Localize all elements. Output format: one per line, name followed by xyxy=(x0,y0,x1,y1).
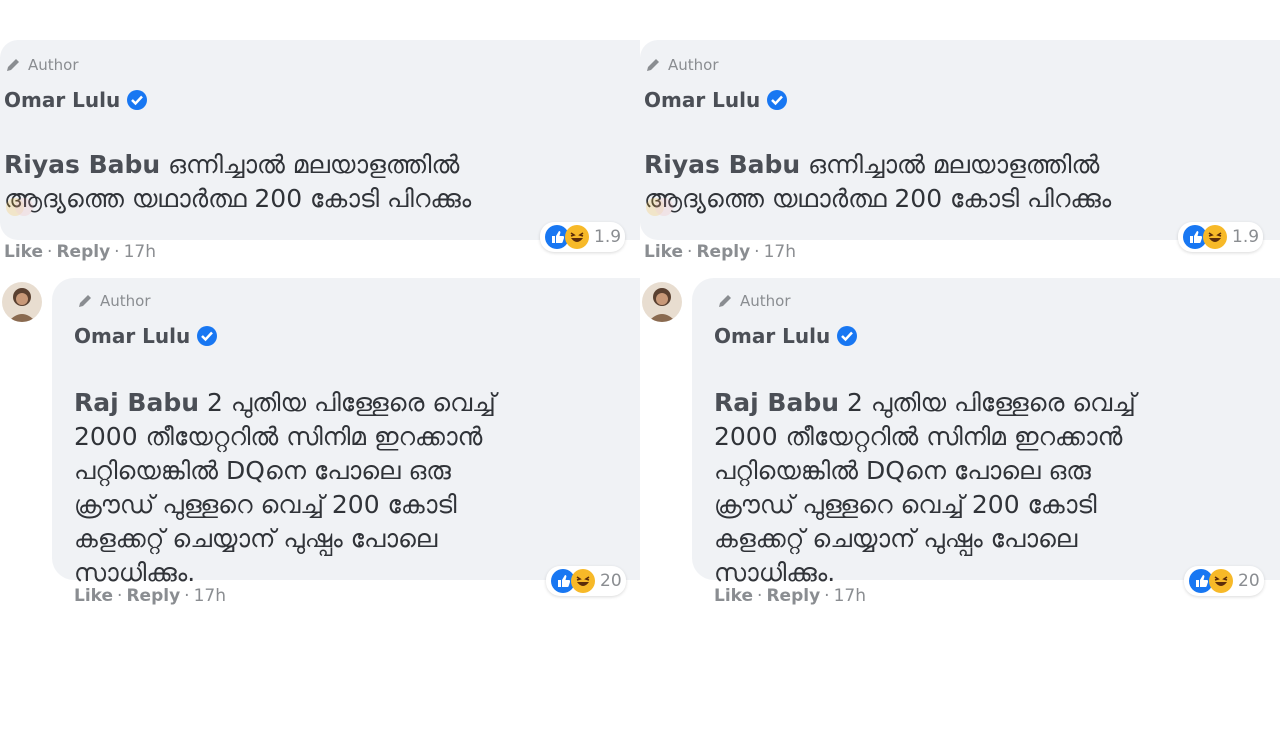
comment-actions: Like · Reply · 17h xyxy=(4,242,156,262)
author-badge-label: Author xyxy=(740,292,791,310)
reply-button[interactable]: Reply xyxy=(126,586,180,606)
reply-button[interactable]: Reply xyxy=(56,242,110,262)
comment-time[interactable]: 17h xyxy=(124,242,156,262)
comment-text: Riyas Babu ഒന്നിച്ചാൽ മലയാളത്തിൽ ആദ്യത്ത… xyxy=(4,114,640,216)
reaction-summary[interactable]: 1.9 xyxy=(540,222,626,252)
dot-separator: · xyxy=(687,242,693,262)
reaction-summary[interactable]: 1.9 xyxy=(1178,222,1264,252)
comment-text: Riyas Babu ഒന്നിച്ചാൽ മലയാളത്തിൽ ആദ്യത്ത… xyxy=(644,114,1280,216)
verified-badge-icon xyxy=(836,325,858,347)
commenter-name-row: Omar Lulu xyxy=(4,88,148,112)
reply-button[interactable]: Reply xyxy=(696,242,750,262)
reply-actions: Like · Reply · 17h xyxy=(74,586,226,606)
mention-link[interactable]: Raj Babu xyxy=(74,388,199,417)
commenter-name-row: Omar Lulu xyxy=(74,324,218,348)
comment-actions: Like · Reply · 17h xyxy=(644,242,796,262)
verified-badge-icon xyxy=(126,89,148,111)
author-badge: Author xyxy=(716,292,791,310)
reply-body: 2 പുതിയ പിള്ളേരെ വെച്ച് 2000 തീയേറ്ററിൽ … xyxy=(714,388,1136,587)
like-button[interactable]: Like xyxy=(74,586,113,606)
commenter-name[interactable]: Omar Lulu xyxy=(644,88,760,112)
pencil-icon xyxy=(716,292,734,310)
like-button[interactable]: Like xyxy=(4,242,43,262)
reply-actions: Like · Reply · 17h xyxy=(714,586,866,606)
commenter-name-row: Omar Lulu xyxy=(644,88,788,112)
commenter-name-row: Omar Lulu xyxy=(714,324,858,348)
author-badge: Author xyxy=(644,56,719,74)
dot-separator: · xyxy=(757,586,763,606)
mention-link[interactable]: Riyas Babu xyxy=(644,150,800,179)
pencil-icon xyxy=(76,292,94,310)
dot-separator: · xyxy=(824,586,830,606)
reaction-count: 1.9 xyxy=(1232,227,1260,247)
comment-time[interactable]: 17h xyxy=(764,242,796,262)
reply-text: Raj Babu 2 പുതിയ പിള്ളേരെ വെച്ച് 2000 തീ… xyxy=(74,352,634,590)
author-badge: Author xyxy=(4,56,79,74)
reply-time[interactable]: 17h xyxy=(834,586,866,606)
comment-panel-right: Author Omar Lulu Riyas Babu ഒന്നിച്ചാൽ മ… xyxy=(640,0,1280,731)
mention-link[interactable]: Riyas Babu xyxy=(4,150,160,179)
commenter-name[interactable]: Omar Lulu xyxy=(4,88,120,112)
haha-reaction-icon xyxy=(1208,568,1234,594)
reaction-summary[interactable]: 20 xyxy=(1184,566,1264,596)
commenter-name[interactable]: Omar Lulu xyxy=(74,324,190,348)
verified-badge-icon xyxy=(196,325,218,347)
reply-time[interactable]: 17h xyxy=(194,586,226,606)
dot-separator: · xyxy=(114,242,120,262)
haha-reaction-icon xyxy=(564,224,590,250)
reaction-count: 20 xyxy=(600,571,622,591)
dot-separator: · xyxy=(47,242,53,262)
avatar[interactable] xyxy=(2,282,42,322)
author-badge-label: Author xyxy=(668,56,719,74)
reaction-count: 1.9 xyxy=(594,227,622,247)
reaction-count: 20 xyxy=(1238,571,1260,591)
dot-separator: · xyxy=(184,586,190,606)
like-button[interactable]: Like xyxy=(714,586,753,606)
reply-body: 2 പുതിയ പിള്ളേരെ വെച്ച് 2000 തീയേറ്ററിൽ … xyxy=(74,388,496,587)
pencil-icon xyxy=(4,56,22,74)
reply-button[interactable]: Reply xyxy=(766,586,820,606)
like-button[interactable]: Like xyxy=(644,242,683,262)
author-badge-label: Author xyxy=(100,292,151,310)
author-badge: Author xyxy=(76,292,151,310)
emoji-row xyxy=(4,196,34,223)
pencil-icon xyxy=(644,56,662,74)
haha-reaction-icon xyxy=(1202,224,1228,250)
comment-panel-left: Author Omar Lulu Riyas Babu ഒന്നിച്ചാൽ മ… xyxy=(0,0,640,731)
verified-badge-icon xyxy=(766,89,788,111)
reaction-summary[interactable]: 20 xyxy=(546,566,626,596)
mention-link[interactable]: Raj Babu xyxy=(714,388,839,417)
commenter-name[interactable]: Omar Lulu xyxy=(714,324,830,348)
dot-separator: · xyxy=(754,242,760,262)
author-badge-label: Author xyxy=(28,56,79,74)
emoji-row xyxy=(644,196,674,223)
reply-text: Raj Babu 2 പുതിയ പിള്ളേരെ വെച്ച് 2000 തീ… xyxy=(714,352,1274,590)
dot-separator: · xyxy=(117,586,123,606)
haha-reaction-icon xyxy=(570,568,596,594)
avatar[interactable] xyxy=(642,282,682,322)
